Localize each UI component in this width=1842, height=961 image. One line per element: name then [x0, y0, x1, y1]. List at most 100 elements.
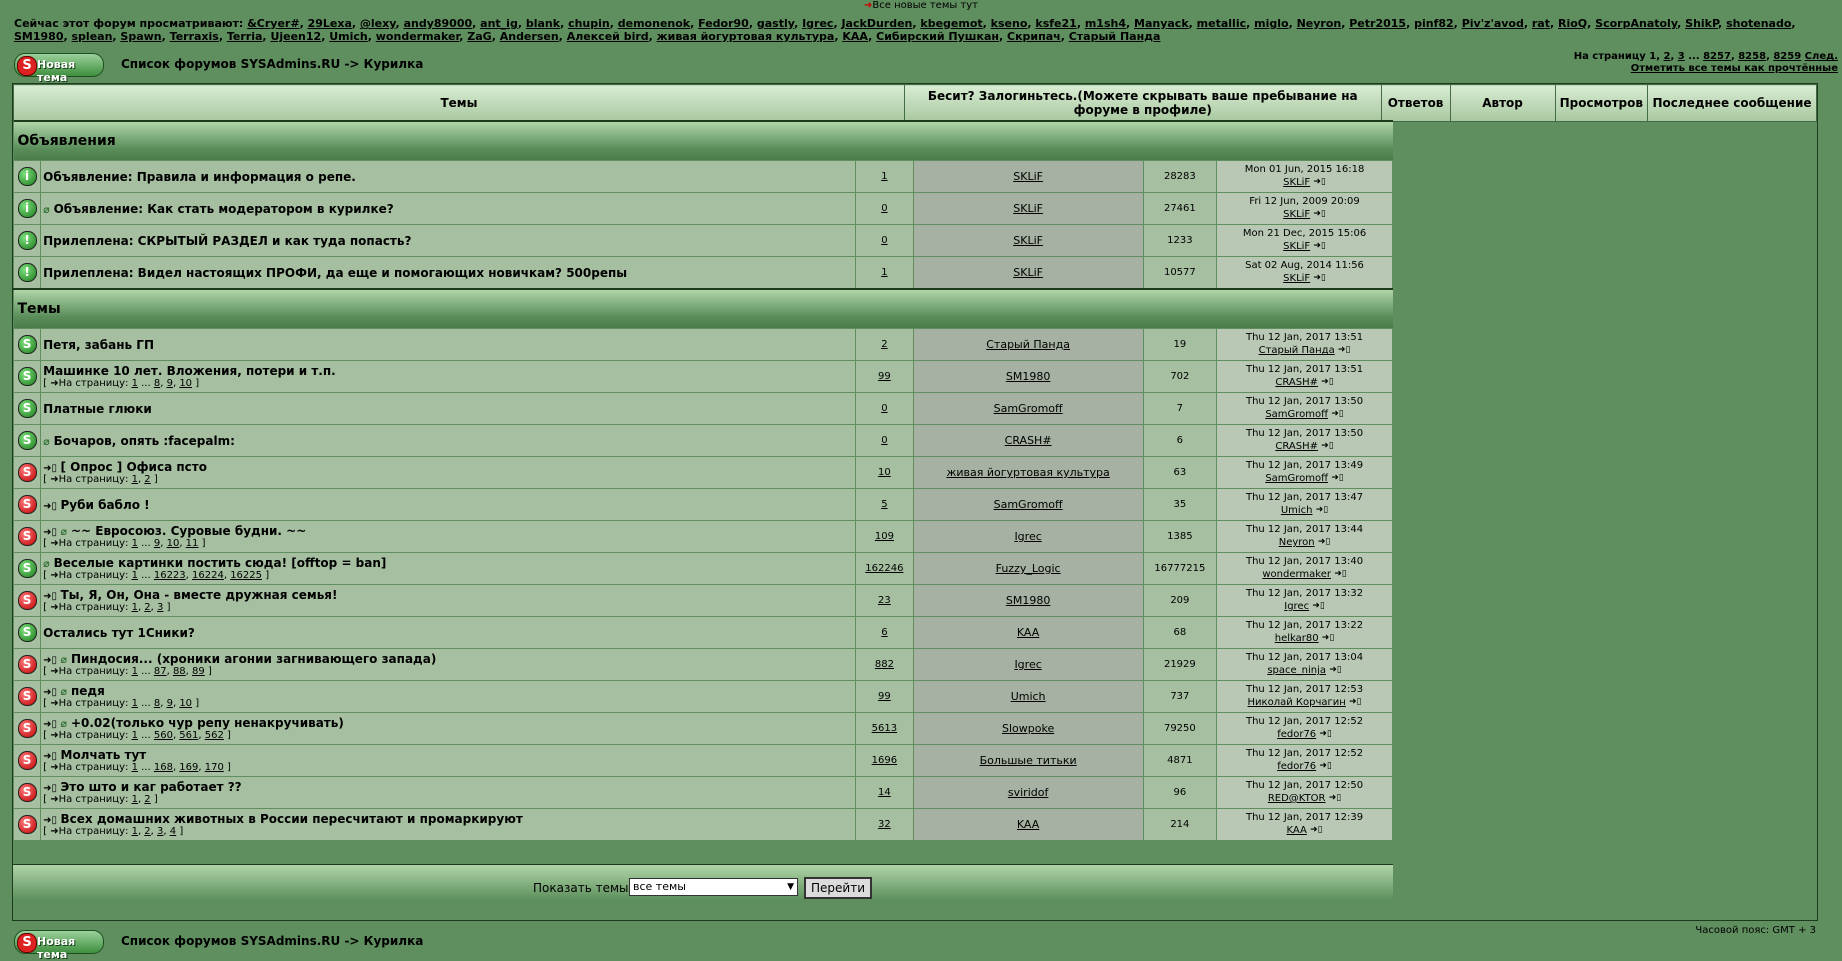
topic-page-link[interactable]: 2: [144, 602, 150, 613]
topic-page-link[interactable]: 1: [132, 378, 138, 389]
topic-title-link[interactable]: педя: [71, 684, 105, 698]
new-post-arrow-icon[interactable]: ➜▯: [43, 783, 60, 794]
viewer-link[interactable]: andy89000: [404, 17, 473, 30]
all-new-topics-link[interactable]: ➜Все новые темы тут: [0, 0, 1842, 11]
last-post-author-link[interactable]: SKLiF: [1283, 209, 1310, 220]
replies-link[interactable]: 99: [878, 371, 891, 382]
goto-last-post-icon[interactable]: ➜▯: [1321, 377, 1334, 387]
viewer-link[interactable]: Алексей bird: [567, 30, 649, 43]
last-post-author-link[interactable]: KAA: [1287, 825, 1307, 836]
viewer-link[interactable]: metallic: [1197, 17, 1246, 30]
topic-page-link[interactable]: 169: [179, 762, 198, 773]
replies-link[interactable]: 1: [881, 267, 887, 278]
viewer-link[interactable]: SM1980: [14, 30, 63, 43]
topic-page-link[interactable]: 1: [132, 666, 138, 677]
last-post-author-link[interactable]: fedor76: [1277, 761, 1316, 772]
goto-last-post-icon[interactable]: ➜▯: [1321, 441, 1334, 451]
goto-last-post-icon[interactable]: ➜▯: [1334, 569, 1347, 579]
author-link[interactable]: живая йогуртовая культура: [946, 466, 1109, 479]
topic-title-link[interactable]: Объявление: Как стать модератором в кури…: [54, 202, 394, 216]
page-link[interactable]: 8257: [1703, 51, 1731, 62]
viewer-link[interactable]: splean: [72, 30, 113, 43]
replies-link[interactable]: 0: [881, 203, 887, 214]
topic-title-link[interactable]: Объявление: Правила и информация о репе.: [43, 170, 356, 184]
replies-link[interactable]: 1696: [872, 755, 897, 766]
author-link[interactable]: SKLiF: [1013, 170, 1043, 183]
topic-page-link[interactable]: 1: [132, 826, 138, 837]
viewer-link[interactable]: Скрипач: [1007, 30, 1061, 43]
viewer-link[interactable]: chupin: [568, 17, 610, 30]
author-link[interactable]: Igrec: [1014, 530, 1041, 543]
goto-last-post-icon[interactable]: ➜▯: [1319, 761, 1332, 771]
viewer-link[interactable]: shotenado: [1726, 17, 1791, 30]
viewer-link[interactable]: KAA: [842, 30, 868, 43]
viewer-link[interactable]: Andersen: [500, 30, 559, 43]
viewer-link[interactable]: Neyron: [1297, 17, 1342, 30]
viewer-link[interactable]: @lexy: [360, 17, 396, 30]
new-topic-button[interactable]: S Новая тема: [14, 53, 104, 84]
last-post-author-link[interactable]: Николай Корчагин: [1248, 697, 1346, 708]
page-link[interactable]: 8259: [1773, 51, 1801, 62]
topic-page-link[interactable]: 2: [144, 794, 150, 805]
viewer-link[interactable]: Piv'z'avod: [1462, 17, 1524, 30]
viewer-link[interactable]: Terraxis: [170, 30, 219, 43]
goto-last-post-icon[interactable]: ➜▯: [1313, 209, 1326, 219]
goto-last-post-icon[interactable]: ➜▯: [1349, 697, 1362, 707]
topic-page-link[interactable]: 1: [132, 698, 138, 709]
last-post-author-link[interactable]: Старый Панда: [1259, 345, 1335, 356]
author-link[interactable]: KAA: [1017, 626, 1039, 639]
last-post-author-link[interactable]: SamGromoff: [1265, 409, 1328, 420]
viewer-link[interactable]: &Cryer#: [247, 17, 299, 30]
author-link[interactable]: SamGromoff: [994, 498, 1063, 511]
last-post-author-link[interactable]: Igrec: [1284, 601, 1309, 612]
topic-page-link[interactable]: 88: [173, 666, 186, 677]
replies-link[interactable]: 2: [881, 339, 887, 350]
viewer-link[interactable]: Igrec: [802, 17, 833, 30]
viewer-link[interactable]: wondermaker: [376, 30, 459, 43]
new-post-arrow-icon[interactable]: ➜▯: [43, 501, 60, 512]
goto-last-post-icon[interactable]: ➜▯: [1338, 345, 1351, 355]
topic-page-link[interactable]: 1: [132, 570, 138, 581]
topic-page-link[interactable]: 561: [179, 730, 198, 741]
viewer-link[interactable]: ScorpAnatoly: [1595, 17, 1677, 30]
author-link[interactable]: Старый Панда: [986, 338, 1070, 351]
last-post-author-link[interactable]: RED@KTOR: [1268, 793, 1326, 804]
last-post-author-link[interactable]: Umich: [1281, 505, 1313, 516]
goto-last-post-icon[interactable]: ➜▯: [1313, 177, 1326, 187]
new-topic-button-bottom[interactable]: S Новая тема: [14, 930, 104, 961]
topic-page-link[interactable]: 10: [167, 538, 180, 549]
goto-last-post-icon[interactable]: ➜▯: [1310, 825, 1323, 835]
replies-link[interactable]: 10: [878, 467, 891, 478]
topic-title-link[interactable]: Руби бабло !: [61, 498, 150, 512]
topic-title-link[interactable]: Ты, Я, Он, Она - вместе дружная семья!: [61, 588, 338, 602]
topic-page-link[interactable]: 16225: [230, 570, 262, 581]
author-link[interactable]: SM1980: [1006, 594, 1050, 607]
topic-page-link[interactable]: 9: [167, 698, 173, 709]
last-post-author-link[interactable]: CRASH#: [1275, 441, 1318, 452]
author-link[interactable]: Большые титьки: [980, 754, 1077, 767]
viewer-link[interactable]: Ujeen12: [270, 30, 321, 43]
viewer-link[interactable]: 29Lexa: [308, 17, 352, 30]
topic-page-link[interactable]: 4: [170, 826, 176, 837]
new-post-arrow-icon[interactable]: ➜▯: [43, 591, 60, 602]
viewer-link[interactable]: gastly: [757, 17, 794, 30]
author-link[interactable]: Fuzzy_Logic: [996, 562, 1061, 575]
goto-last-post-icon[interactable]: ➜▯: [1313, 273, 1326, 283]
viewer-link[interactable]: Manyack: [1134, 17, 1189, 30]
viewer-link[interactable]: ZaG: [467, 30, 491, 43]
goto-last-post-icon[interactable]: ➜▯: [1312, 601, 1325, 611]
new-post-arrow-icon[interactable]: ➜▯: [43, 815, 60, 826]
replies-link[interactable]: 162246: [865, 563, 903, 574]
last-post-author-link[interactable]: wondermaker: [1262, 569, 1331, 580]
topic-title-link[interactable]: [ Опрос ] Офиса псто: [61, 460, 207, 474]
goto-last-post-icon[interactable]: ➜▯: [1331, 409, 1344, 419]
author-link[interactable]: SKLiF: [1013, 266, 1043, 279]
topic-page-link[interactable]: 562: [205, 730, 224, 741]
topic-title-link[interactable]: Бочаров, опять :facepalm:: [54, 434, 235, 448]
viewer-link[interactable]: Spawn: [120, 30, 161, 43]
topic-page-link[interactable]: 168: [154, 762, 173, 773]
goto-last-post-icon[interactable]: ➜▯: [1322, 633, 1335, 643]
topic-page-link[interactable]: 1: [132, 794, 138, 805]
topic-page-link[interactable]: 8: [154, 698, 160, 709]
topic-page-link[interactable]: 16223: [154, 570, 186, 581]
